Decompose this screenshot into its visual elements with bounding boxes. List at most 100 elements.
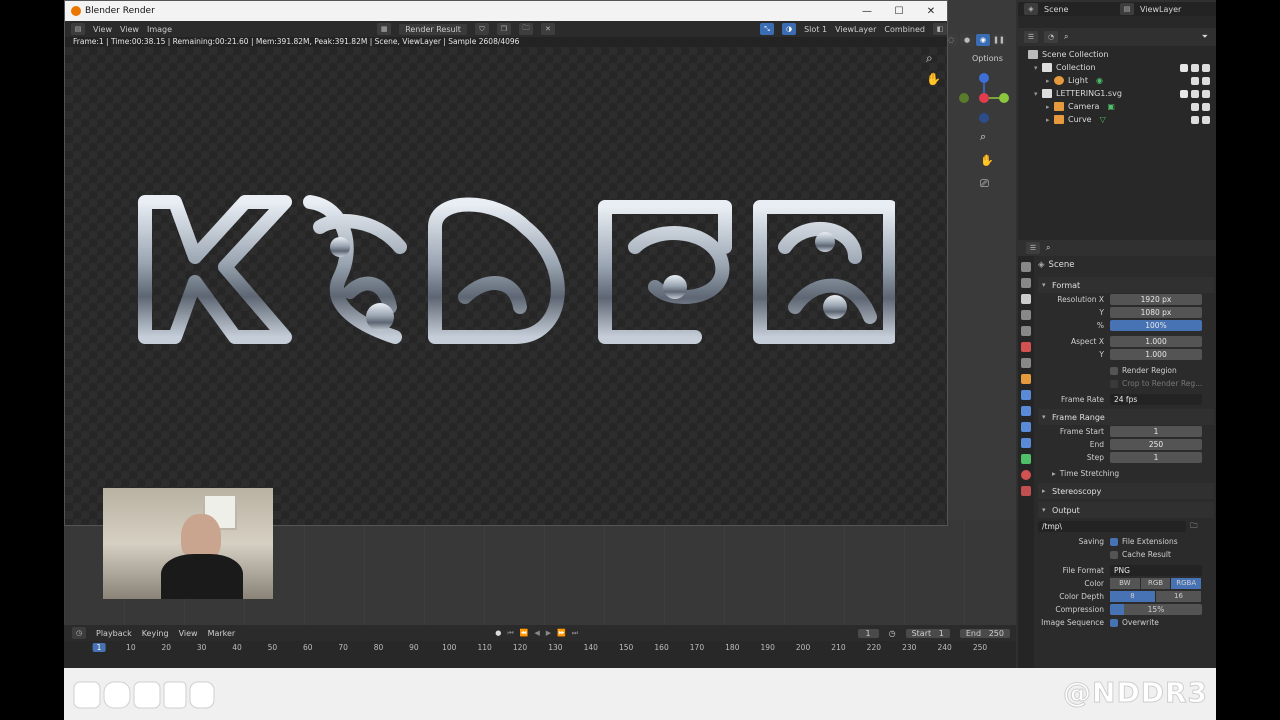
constraints-tab-icon[interactable] bbox=[1021, 438, 1031, 448]
scene-selector[interactable]: Scene bbox=[1044, 5, 1114, 14]
aspect-y-field[interactable]: 1.000 bbox=[1110, 349, 1202, 360]
frame-start-field[interactable]: 1 bbox=[1110, 426, 1202, 437]
world-tab-icon[interactable] bbox=[1021, 342, 1031, 352]
maximize-icon[interactable]: ☐ bbox=[883, 6, 915, 17]
close-icon[interactable]: ✕ bbox=[915, 6, 947, 17]
timeline-editor-icon[interactable]: ◷ bbox=[72, 627, 86, 639]
overwrite-checkbox[interactable] bbox=[1110, 618, 1118, 627]
menu-image[interactable]: Image bbox=[147, 25, 172, 34]
object-tab-icon[interactable] bbox=[1021, 374, 1031, 384]
render-canvas[interactable]: ⌕ ✋ bbox=[65, 47, 947, 525]
eye-icon[interactable] bbox=[1191, 102, 1199, 111]
texture-tab-icon[interactable] bbox=[1021, 486, 1031, 496]
menu-view-mode[interactable]: View bbox=[93, 25, 112, 34]
open-image-icon[interactable]: 🗀 bbox=[518, 23, 533, 35]
cache-result-checkbox[interactable] bbox=[1110, 550, 1118, 559]
menu-view[interactable]: View bbox=[120, 25, 139, 34]
eye-icon[interactable] bbox=[1191, 76, 1199, 85]
outliner-row-curve[interactable]: ▸ Curve ▽ bbox=[1028, 113, 1216, 126]
fake-user-icon[interactable]: ⛉ bbox=[474, 23, 489, 35]
color-depth-8-button[interactable]: 8 bbox=[1110, 591, 1156, 602]
new-image-icon[interactable]: ❐ bbox=[496, 23, 511, 35]
pan-hand-icon[interactable]: ✋ bbox=[926, 72, 941, 86]
play-icon[interactable]: ▶ bbox=[546, 629, 551, 638]
next-key-icon[interactable]: ⏩ bbox=[557, 629, 566, 638]
start-frame-field[interactable]: Start 1 bbox=[905, 628, 950, 638]
view-layer-selector[interactable]: ViewLayer bbox=[1140, 5, 1181, 14]
record-icon[interactable]: ● bbox=[495, 629, 501, 638]
frame-step-field[interactable]: 1 bbox=[1110, 452, 1202, 463]
outliner-editor-icon[interactable]: ☰ bbox=[1024, 31, 1038, 43]
jump-start-icon[interactable]: ⏮ bbox=[507, 629, 513, 638]
outliner-row-light[interactable]: ▸ Light ◉ bbox=[1028, 74, 1216, 87]
compression-slider[interactable]: 15% bbox=[1110, 604, 1202, 615]
outliner-row-collection[interactable]: ▾ Collection bbox=[1028, 61, 1216, 74]
pan-hand-icon[interactable]: ✋ bbox=[980, 154, 994, 167]
outliner-row-scene-collection[interactable]: Scene Collection bbox=[1028, 48, 1216, 61]
scene-tab-icon[interactable] bbox=[1021, 326, 1031, 336]
sidebar-toggle-icon[interactable]: ◧ bbox=[933, 23, 948, 35]
section-frame-range[interactable]: ▾ Frame Range bbox=[1038, 409, 1214, 425]
collection-tab-icon[interactable] bbox=[1021, 358, 1031, 368]
color-rgba-button[interactable]: RGBA bbox=[1171, 578, 1203, 589]
play-reverse-icon[interactable]: ◀ bbox=[534, 629, 539, 638]
pass-dropdown[interactable]: Combined bbox=[884, 25, 925, 34]
view-layer-icon[interactable]: ▤ bbox=[1120, 3, 1134, 15]
section-output[interactable]: ▾ Output bbox=[1038, 502, 1214, 518]
search-icon[interactable]: ⌕ bbox=[1064, 32, 1068, 42]
options-dropdown[interactable]: Options bbox=[972, 54, 1003, 63]
camera-icon[interactable] bbox=[1202, 76, 1210, 85]
chevron-right-icon[interactable]: ▸ bbox=[1046, 116, 1054, 124]
display-mode-icon[interactable]: ◔ bbox=[1044, 31, 1058, 43]
solid-shading-icon[interactable]: ● bbox=[960, 34, 974, 46]
menu-marker[interactable]: Marker bbox=[208, 629, 236, 638]
tool-tab-icon[interactable] bbox=[1021, 262, 1031, 272]
view-layer-tab-icon[interactable] bbox=[1021, 310, 1031, 320]
prev-key-icon[interactable]: ⏪ bbox=[520, 629, 529, 638]
properties-editor-icon[interactable]: ☰ bbox=[1026, 242, 1040, 254]
particles-tab-icon[interactable] bbox=[1021, 406, 1031, 416]
render-region-checkbox[interactable] bbox=[1110, 366, 1118, 375]
folder-icon[interactable]: 🗀 bbox=[1190, 520, 1198, 533]
navigation-gizmo[interactable] bbox=[958, 72, 1010, 124]
eye-icon[interactable] bbox=[1191, 63, 1199, 72]
menu-keying[interactable]: Keying bbox=[142, 629, 169, 638]
jump-end-icon[interactable]: ⏭ bbox=[572, 629, 578, 638]
data-tab-icon[interactable] bbox=[1021, 454, 1031, 464]
file-format-dropdown[interactable]: PNG bbox=[1110, 565, 1202, 576]
chevron-right-icon[interactable]: ▸ bbox=[1046, 103, 1054, 111]
crop-region-checkbox[interactable] bbox=[1110, 379, 1118, 388]
resolution-percent-field[interactable]: 100% bbox=[1110, 320, 1202, 331]
zoom-icon[interactable]: ⌕ bbox=[980, 130, 994, 144]
chevron-down-icon[interactable]: ▾ bbox=[1034, 90, 1042, 98]
output-path-field[interactable]: /tmp\ bbox=[1038, 521, 1186, 532]
modifier-tab-icon[interactable] bbox=[1021, 390, 1031, 400]
aspect-x-field[interactable]: 1.000 bbox=[1110, 336, 1202, 347]
file-extensions-checkbox[interactable] bbox=[1110, 537, 1118, 546]
chevron-down-icon[interactable]: ▾ bbox=[1034, 64, 1042, 72]
minimize-icon[interactable]: — bbox=[851, 6, 883, 17]
editor-type-icon[interactable]: ▤ bbox=[71, 23, 85, 35]
resolution-y-field[interactable]: 1080 px bbox=[1110, 307, 1202, 318]
image-name-field[interactable]: Render Result bbox=[399, 23, 467, 35]
time-stretching-row[interactable]: ▸ Time Stretching bbox=[1038, 467, 1214, 480]
section-stereoscopy[interactable]: ▸ Stereoscopy bbox=[1038, 483, 1214, 499]
checkbox-icon[interactable] bbox=[1180, 89, 1188, 98]
eye-icon[interactable] bbox=[1191, 89, 1199, 98]
color-bw-button[interactable]: BW bbox=[1110, 578, 1141, 589]
outliner-row-camera[interactable]: ▸ Camera ▣ bbox=[1028, 100, 1216, 113]
rendered-shading-icon[interactable]: ◉ bbox=[976, 34, 990, 46]
pause-icon[interactable]: ❚❚ bbox=[992, 34, 1006, 46]
slot-dropdown[interactable]: Slot 1 bbox=[804, 25, 827, 34]
zoom-icon[interactable]: ⌕ bbox=[926, 51, 941, 66]
end-frame-field[interactable]: End 250 bbox=[959, 628, 1010, 638]
scene-icon[interactable]: ◈ bbox=[1024, 3, 1038, 15]
unlink-icon[interactable]: ✕ bbox=[540, 23, 555, 35]
render-tab-icon[interactable] bbox=[1021, 278, 1031, 288]
view-layer-dropdown[interactable]: ViewLayer bbox=[835, 25, 876, 34]
filter-icon[interactable]: ⏷ bbox=[1202, 32, 1208, 42]
frame-rate-dropdown[interactable]: 24 fps bbox=[1110, 394, 1202, 405]
frame-ruler[interactable]: 1 10 20 30 40 50 60 70 80 90 100 110 120 130 140 150 160… bbox=[64, 641, 1016, 655]
sample-tool-icon[interactable]: ⤡ bbox=[760, 23, 775, 35]
frame-end-field[interactable]: 250 bbox=[1110, 439, 1202, 450]
